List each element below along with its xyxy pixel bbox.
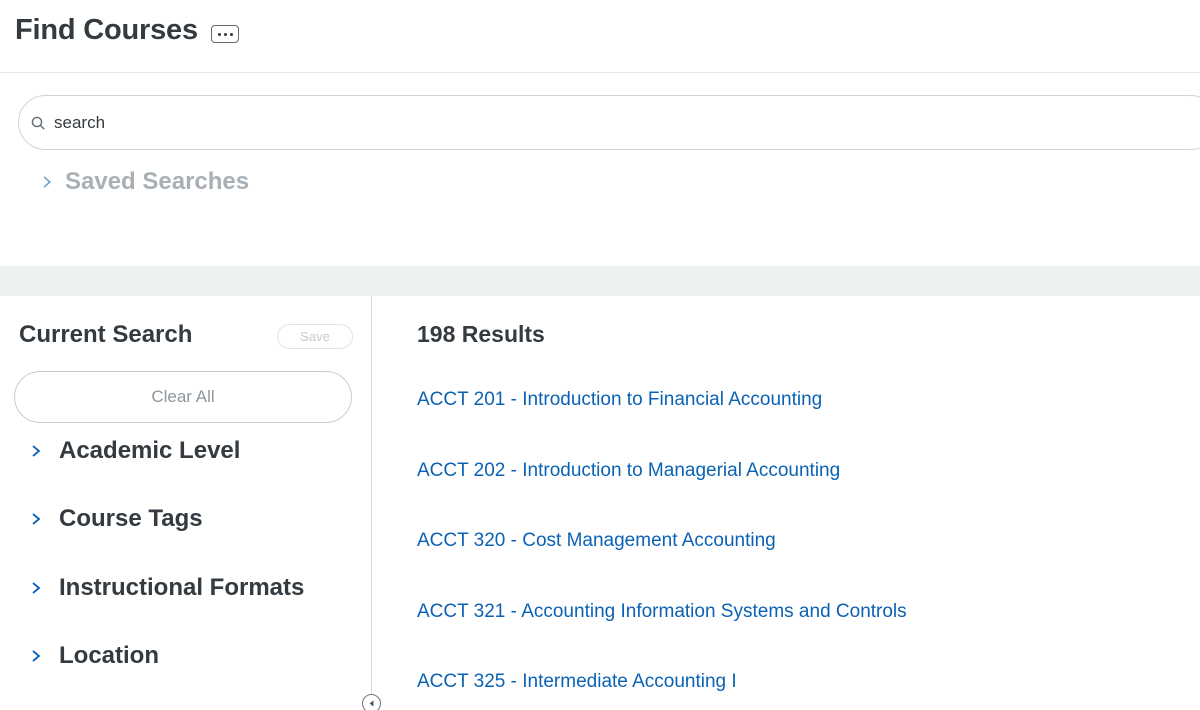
search-box[interactable] (18, 95, 1200, 150)
chevron-right-icon (32, 650, 41, 662)
saved-searches-toggle[interactable]: Saved Searches (40, 168, 249, 196)
course-link[interactable]: ACCT 202 - Introduction to Managerial Ac… (417, 460, 840, 482)
chevron-right-icon (32, 513, 41, 525)
save-search-button[interactable]: Save (277, 324, 353, 349)
facet-academic-level[interactable]: Academic Level (30, 437, 240, 465)
facet-course-tags[interactable]: Course Tags (30, 505, 203, 533)
course-link[interactable]: ACCT 325 - Intermediate Accounting I (417, 671, 737, 693)
course-link[interactable]: ACCT 321 - Accounting Information System… (417, 601, 907, 623)
results-count: 198 Results (417, 321, 545, 347)
page-header: Find Courses (0, 0, 1200, 73)
filter-panel: Current Search Save Clear All Academic L… (0, 296, 372, 710)
ellipsis-icon (217, 32, 221, 36)
facet-label: Academic Level (59, 437, 241, 464)
caret-left-icon (369, 700, 374, 707)
collapse-panel-button[interactable] (362, 694, 381, 710)
facet-location[interactable]: Location (30, 642, 159, 670)
saved-searches-label: Saved Searches (65, 168, 250, 195)
course-link[interactable]: ACCT 320 - Cost Management Accounting (417, 530, 776, 552)
search-input[interactable] (54, 110, 1154, 136)
ellipsis-icon (223, 32, 227, 36)
section-divider-band (0, 266, 1200, 296)
facet-instructional-formats[interactable]: Instructional Formats (30, 574, 304, 602)
chevron-right-icon (43, 176, 52, 188)
ellipsis-icon (229, 32, 233, 36)
current-search-title: Current Search (19, 321, 193, 348)
more-actions-button[interactable] (211, 25, 239, 43)
course-link[interactable]: ACCT 201 - Introduction to Financial Acc… (417, 389, 822, 411)
facet-label: Location (59, 642, 159, 669)
facet-label: Instructional Formats (59, 574, 305, 601)
facet-label: Course Tags (59, 505, 203, 532)
search-icon (31, 116, 45, 130)
clear-all-button[interactable]: Clear All (14, 371, 352, 423)
page-title: Find Courses (15, 14, 198, 46)
chevron-right-icon (32, 582, 41, 594)
chevron-right-icon (32, 445, 41, 457)
